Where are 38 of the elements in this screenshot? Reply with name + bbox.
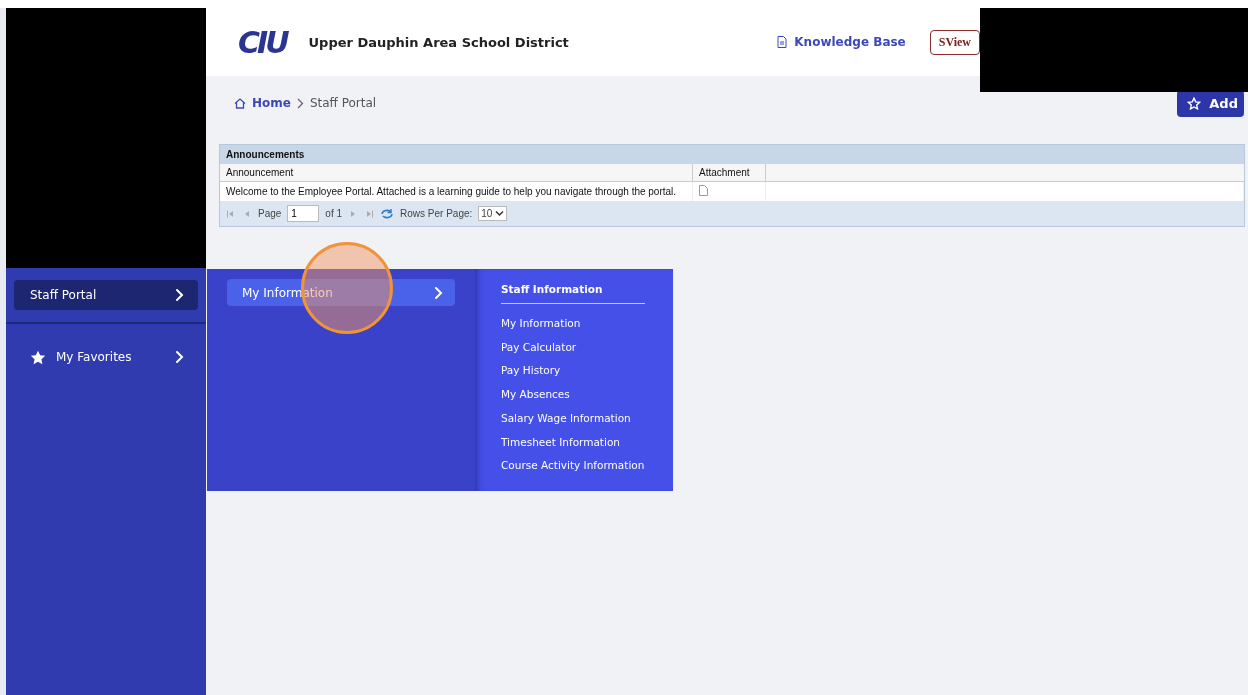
star-icon <box>30 349 46 365</box>
panel-title: Announcements <box>220 145 1244 164</box>
rows-per-page-select[interactable]: 10 <box>478 206 508 221</box>
logo: CIU <box>238 24 287 60</box>
column-header: Announcement <box>220 164 693 182</box>
breadcrumb-current: Staff Portal <box>309 96 377 110</box>
menu-link[interactable]: Salary Wage Information <box>501 406 653 431</box>
table-cell: Welcome to the Employee Portal. Attached is a learning guide to help you navigate through the portal. <box>220 181 693 201</box>
menu-link[interactable]: My Information <box>501 312 653 336</box>
sidebar-item[interactable]: My Favorites <box>14 342 198 372</box>
district-name: Upper Dauphin Area School District <box>308 34 569 50</box>
page-field[interactable]: 1 <box>287 205 320 222</box>
chevron-icon <box>434 285 443 300</box>
section-title: Staff Information <box>501 283 645 304</box>
sidebar-item[interactable]: Staff Portal <box>14 280 198 310</box>
document-icon[interactable] <box>699 185 708 196</box>
refresh-icon[interactable] <box>380 207 395 220</box>
page-label: Page <box>258 208 282 219</box>
menu-link[interactable]: Pay Calculator <box>501 335 653 360</box>
last-page-icon[interactable] <box>364 208 375 219</box>
breadcrumb-link[interactable]: Home <box>234 96 291 110</box>
chevron-icon <box>175 288 184 302</box>
menu-link[interactable]: Timesheet Information <box>501 430 653 455</box>
rows-per-page-label: Rows Per Page: <box>400 208 473 219</box>
star-icon <box>1187 96 1202 110</box>
menu-link[interactable]: Pay History <box>501 359 653 384</box>
document-icon <box>777 36 788 48</box>
column-header: Attachment <box>692 164 766 182</box>
first-page-icon[interactable] <box>226 208 236 219</box>
menu-link[interactable]: My Absences <box>501 383 653 407</box>
menu-link[interactable]: Course Activity Information <box>501 454 653 478</box>
knowledge-base-link[interactable]: Knowledge Base <box>777 35 906 49</box>
home-icon <box>234 97 246 109</box>
chevron-icon <box>175 350 184 364</box>
view-button[interactable]: SView <box>929 29 980 55</box>
chevron-icon <box>296 97 304 109</box>
caret-icon <box>495 210 505 217</box>
page-count: of 1 <box>325 208 343 219</box>
